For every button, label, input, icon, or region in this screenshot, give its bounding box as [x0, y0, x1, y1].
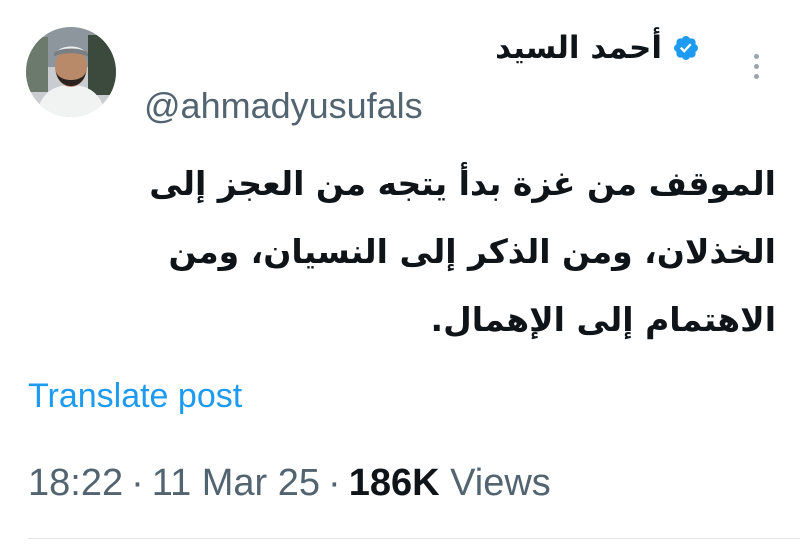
avatar-photo — [26, 27, 116, 117]
post-time[interactable]: 18:22 — [28, 462, 123, 504]
author-display-name[interactable]: أحمد السيد — [495, 28, 662, 68]
meta-separator: · — [328, 462, 341, 504]
more-dot — [753, 63, 759, 69]
more-dot — [753, 73, 759, 79]
post-meta: 18:22 · 11 Mar 25 · 186K Views — [28, 459, 551, 507]
views-count[interactable]: 186K — [349, 462, 440, 504]
divider — [28, 538, 800, 539]
meta-separator: · — [131, 462, 144, 504]
verified-badge-icon — [674, 36, 698, 60]
author-handle[interactable]: @ahmadyusufals — [144, 84, 423, 128]
author-name-row[interactable]: أحمد السيد — [495, 28, 700, 68]
more-dot — [753, 53, 759, 59]
post-text: الموقف من غزة بدأ يتجه من العجز إلى الخذ… — [149, 164, 776, 339]
views-label[interactable]: Views — [450, 462, 551, 504]
more-options-icon[interactable] — [744, 46, 768, 86]
tweet-card: أحمد السيد @ahmadyusufals الموقف من غزة … — [0, 0, 800, 553]
post-date[interactable]: 11 Mar 25 — [152, 462, 320, 504]
avatar[interactable] — [26, 27, 116, 117]
post-header: أحمد السيد @ahmadyusufals — [140, 20, 700, 130]
translate-post-link[interactable]: Translate post — [28, 374, 242, 418]
